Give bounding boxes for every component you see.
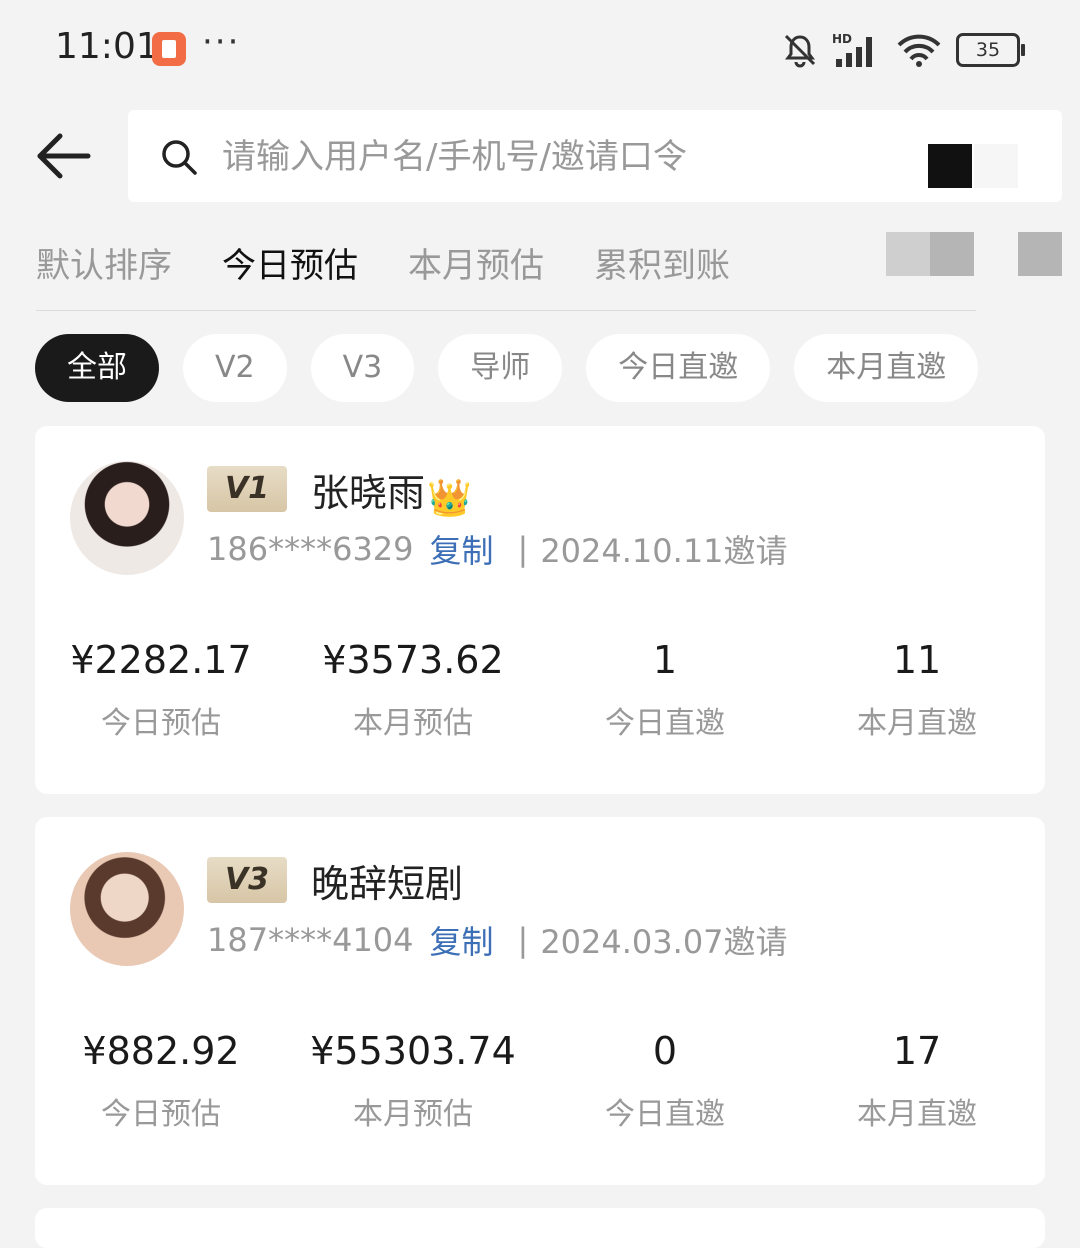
stat-label: 今日预估 (101, 706, 221, 741)
phone-number: 186****6329 (207, 530, 414, 568)
redaction-block (930, 232, 974, 276)
status-icons: HD 35 (782, 28, 1025, 72)
status-time: 11:01 (55, 26, 159, 67)
level-badge: V1 (207, 466, 287, 512)
user-card[interactable] (35, 1208, 1045, 1248)
chip-month-direct-invite[interactable]: 本月直邀 (794, 334, 979, 402)
status-bar: 11:01 ··· HD 35 (0, 0, 1080, 100)
separator: | (517, 921, 529, 959)
stat-value: ¥55303.74 (310, 1029, 516, 1073)
sort-tab-today-estimate[interactable]: 今日预估 (222, 238, 358, 287)
sort-tabs: 默认排序 今日预估 本月预估 累积到账 (36, 238, 730, 287)
filter-chips: 全部 V2 V3 导师 今日直邀 本月直邀 (35, 334, 979, 402)
stat-value: 0 (652, 1029, 678, 1073)
chip-v2[interactable]: V2 (183, 334, 287, 402)
stat-value: ¥2282.17 (70, 638, 252, 682)
stat-month-direct-invite: 17 本月直邀 (791, 1029, 1043, 1133)
user-card[interactable]: V3 晚辞短剧 187****4104 复制 | 2024.03.07邀请 ¥8… (35, 817, 1045, 1185)
redaction-block (886, 232, 930, 276)
signal-icon: HD (832, 32, 872, 67)
avatar[interactable] (70, 852, 184, 966)
sort-tab-month-estimate[interactable]: 本月预估 (408, 238, 544, 287)
stat-today-estimate: ¥2282.17 今日预估 (35, 638, 287, 742)
divider (36, 310, 976, 311)
stat-today-direct-invite: 0 今日直邀 (539, 1029, 791, 1133)
user-name-text: 晚辞短剧 (311, 862, 464, 906)
crown-icon: 👑 (427, 478, 472, 519)
stat-value: 1 (652, 638, 678, 682)
stat-month-estimate: ¥3573.62 本月预估 (287, 638, 539, 742)
stat-label: 今日预估 (101, 1097, 221, 1132)
back-arrow-icon[interactable] (36, 132, 92, 180)
phone-number: 187****4104 (207, 921, 414, 959)
user-name: 晚辞短剧 (311, 853, 463, 908)
stat-value: ¥882.92 (82, 1029, 240, 1073)
app-notification-icon (152, 32, 186, 66)
stat-label: 今日直邀 (605, 1097, 725, 1132)
stat-label: 本月直邀 (857, 1097, 977, 1132)
redaction-block (974, 144, 1018, 188)
sort-tab-default[interactable]: 默认排序 (36, 238, 172, 287)
user-name-text: 张晓雨 (311, 471, 426, 515)
more-notifications-icon: ··· (202, 22, 241, 62)
wifi-icon (897, 34, 941, 67)
stat-today-estimate: ¥882.92 今日预估 (35, 1029, 287, 1133)
user-card[interactable]: V1 张晓雨👑 186****6329 复制 | 2024.10.11邀请 ¥2… (35, 426, 1045, 794)
copy-button[interactable]: 复制 (430, 526, 494, 572)
user-meta: 187****4104 复制 | 2024.03.07邀请 (207, 917, 788, 963)
chip-all[interactable]: 全部 (35, 334, 159, 402)
stat-label: 本月直邀 (857, 706, 977, 741)
stats-row: ¥2282.17 今日预估 ¥3573.62 本月预估 1 今日直邀 11 本月… (35, 638, 1045, 742)
copy-button[interactable]: 复制 (430, 917, 494, 963)
svg-text:HD: HD (832, 32, 852, 46)
invite-date: 2024.03.07邀请 (540, 923, 788, 961)
sort-tab-cumulative[interactable]: 累积到账 (594, 238, 730, 287)
search-input[interactable] (220, 128, 824, 186)
avatar[interactable] (70, 461, 184, 575)
stat-today-direct-invite: 1 今日直邀 (539, 638, 791, 742)
stat-month-estimate: ¥55303.74 本月预估 (287, 1029, 539, 1133)
stat-month-direct-invite: 11 本月直邀 (791, 638, 1043, 742)
stat-value: ¥3573.62 (322, 638, 504, 682)
stat-value: 11 (892, 638, 942, 682)
stats-row: ¥882.92 今日预估 ¥55303.74 本月预估 0 今日直邀 17 本月… (35, 1029, 1045, 1133)
chip-today-direct-invite[interactable]: 今日直邀 (586, 334, 771, 402)
stat-label: 本月预估 (353, 706, 473, 741)
redaction-block (928, 144, 972, 188)
chip-v3[interactable]: V3 (310, 334, 415, 402)
search-box[interactable] (128, 110, 1062, 202)
redaction-block (1018, 232, 1062, 276)
battery-icon: 35 (956, 33, 1025, 67)
stat-value: 17 (892, 1029, 942, 1073)
chip-mentor[interactable]: 导师 (438, 334, 563, 402)
stat-label: 今日直邀 (605, 706, 725, 741)
bell-off-icon (784, 34, 816, 68)
stat-label: 本月预估 (353, 1097, 473, 1132)
search-icon (162, 140, 197, 175)
invite-date: 2024.10.11邀请 (540, 532, 788, 570)
user-name: 张晓雨👑 (311, 462, 472, 519)
level-badge: V3 (207, 857, 287, 903)
separator: | (517, 530, 529, 568)
user-meta: 186****6329 复制 | 2024.10.11邀请 (207, 526, 788, 572)
